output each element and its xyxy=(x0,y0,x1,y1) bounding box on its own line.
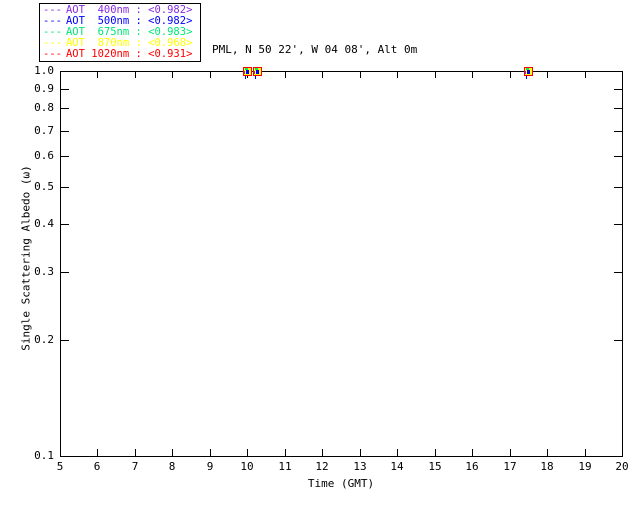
x-axis-tick-label: 9 xyxy=(206,460,214,473)
data-point-violet xyxy=(254,71,255,74)
y-axis-tick xyxy=(61,108,69,109)
y-axis-tick xyxy=(61,272,69,273)
y-axis-title: Single Scattering Albedo (ω) xyxy=(19,165,33,351)
x-axis-tick-label: 20 xyxy=(615,460,629,473)
x-axis-tick xyxy=(585,449,586,456)
y-axis-tick xyxy=(61,131,69,132)
data-point-violet xyxy=(244,71,245,74)
legend-line-sample: --- xyxy=(43,48,62,60)
data-point-blue xyxy=(246,70,249,74)
data-point-blue xyxy=(527,70,530,74)
y-axis-tick-right xyxy=(614,224,622,225)
y-axis-tick-right xyxy=(614,272,622,273)
x-axis-tick xyxy=(360,449,361,456)
x-axis-tick xyxy=(135,449,136,456)
x-axis-tick-label: 18 xyxy=(540,460,554,473)
x-axis-tick-label: 8 xyxy=(168,460,176,473)
x-axis-tick xyxy=(472,449,473,456)
y-axis-tick-label: 0.1 xyxy=(34,449,54,462)
chart-frame xyxy=(60,71,623,457)
x-axis-tick-label: 17 xyxy=(503,460,517,473)
data-point-cluster xyxy=(524,67,533,79)
legend-box: --- AOT 400nm : <0.982> --- AOT 500nm : <0.… xyxy=(39,3,201,62)
x-axis-tick xyxy=(435,449,436,456)
x-axis-tick-top xyxy=(97,72,98,78)
y-axis-tick-right xyxy=(614,340,622,341)
x-axis-tick-top xyxy=(547,72,548,78)
y-axis-tick-label: 0.7 xyxy=(34,124,54,137)
data-point-cluster xyxy=(243,67,252,79)
y-axis-tick-right xyxy=(614,456,622,457)
legend-entry-1020nm: --- AOT 1020nm : <0.931> xyxy=(43,49,197,60)
x-axis-tick-top xyxy=(360,72,361,78)
x-axis-tick-label: 6 xyxy=(93,460,101,473)
x-axis-tick-label: 5 xyxy=(56,460,64,473)
data-point-violet xyxy=(525,71,526,74)
x-axis-tick xyxy=(172,449,173,456)
y-axis-tick xyxy=(61,340,69,341)
x-axis-tick xyxy=(60,449,61,456)
x-axis-tick-top xyxy=(622,72,623,78)
x-axis-tick-label: 13 xyxy=(353,460,367,473)
x-axis-tick xyxy=(247,449,248,456)
x-axis-tick-label: 11 xyxy=(278,460,292,473)
y-axis-tick-right xyxy=(614,108,622,109)
x-axis-tick-top xyxy=(210,72,211,78)
x-axis-tick xyxy=(510,449,511,456)
x-axis-tick-top xyxy=(322,72,323,78)
x-axis-tick-label: 14 xyxy=(390,460,404,473)
y-axis-tick-label: 0.6 xyxy=(34,149,54,162)
data-point-blue xyxy=(256,70,259,74)
x-axis-tick-top xyxy=(285,72,286,78)
y-axis-tick-label: 0.8 xyxy=(34,101,54,114)
data-point-cluster xyxy=(253,67,262,79)
x-axis-tick xyxy=(622,449,623,456)
plot-page: --- AOT 400nm : <0.982> --- AOT 500nm : <0.… xyxy=(0,0,640,512)
x-axis-tick-top xyxy=(397,72,398,78)
y-axis-tick-right xyxy=(614,187,622,188)
y-axis-tick xyxy=(61,156,69,157)
y-axis-tick-label: 1.0 xyxy=(34,64,54,77)
y-axis-tick xyxy=(61,71,69,72)
y-axis-tick-right xyxy=(614,71,622,72)
x-axis-tick-label: 10 xyxy=(240,460,254,473)
y-axis-tick-right xyxy=(614,156,622,157)
x-axis-tick xyxy=(322,449,323,456)
x-axis-tick xyxy=(547,449,548,456)
x-axis-tick-label: 19 xyxy=(578,460,592,473)
x-axis-title: Time (GMT) xyxy=(307,477,375,490)
x-axis-tick xyxy=(210,449,211,456)
y-axis-tick xyxy=(61,89,69,90)
x-axis-tick-top xyxy=(60,72,61,78)
y-axis-tick-label: 0.9 xyxy=(34,82,54,95)
x-axis-tick-label: 12 xyxy=(315,460,329,473)
header-location: PML, N 50 22', W 04 08', Alt 0m xyxy=(212,43,418,56)
x-axis-tick xyxy=(97,449,98,456)
x-axis-tick xyxy=(397,449,398,456)
y-axis-tick xyxy=(61,224,69,225)
x-axis-tick-top xyxy=(172,72,173,78)
x-axis-tick-top xyxy=(135,72,136,78)
x-axis-tick-top xyxy=(585,72,586,78)
x-axis-tick-top xyxy=(435,72,436,78)
legend-entry-label: AOT 1020nm : <0.931> xyxy=(65,48,193,60)
x-axis-tick-top xyxy=(472,72,473,78)
x-axis-tick-label: 16 xyxy=(465,460,479,473)
y-axis-tick-right xyxy=(614,131,622,132)
x-axis-tick-top xyxy=(510,72,511,78)
x-axis-tick-label: 7 xyxy=(131,460,139,473)
y-axis-tick xyxy=(61,456,69,457)
y-axis-tick xyxy=(61,187,69,188)
y-axis-tick-right xyxy=(614,89,622,90)
x-axis-tick xyxy=(285,449,286,456)
x-axis-tick-label: 15 xyxy=(428,460,442,473)
